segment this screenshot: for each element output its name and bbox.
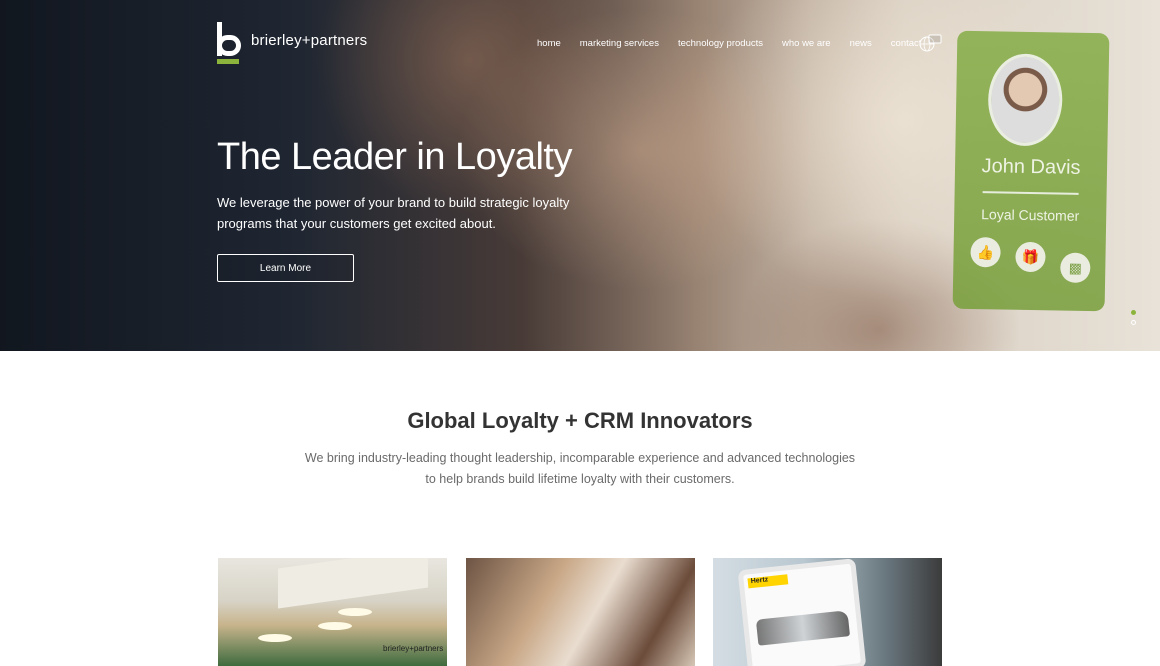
ceiling-light [258,634,292,642]
brand-logo[interactable]: brierley+partners [217,22,367,64]
slider-pagination [1131,310,1136,330]
bar-chart-icon: ▩ [1060,252,1091,284]
customer-status: Loyal Customer [981,206,1080,224]
globe-chat-icon[interactable] [918,33,942,53]
nav-contact[interactable]: contact [891,38,922,49]
loyalty-card-graphic: John Davis Loyal Customer 👍 🎁 ▩ [952,30,1110,312]
thumbs-up-icon: 👍 [970,236,1001,268]
main-nav: home marketing services technology produ… [537,38,921,49]
ceiling-panel [278,558,428,609]
section-title: Global Loyalty + CRM Innovators [407,408,753,433]
tablet-device: Hertz [737,558,867,666]
people-tile[interactable] [466,558,695,666]
ceiling-light [318,622,352,630]
nav-home[interactable]: home [537,38,561,49]
hero-subtitle: We leverage the power of your brand to b… [217,195,570,231]
tablet-brand: Hertz [747,574,789,589]
gift-icon: 🎁 [1015,241,1046,273]
brand-name: brierley+partners [251,31,368,49]
office-sign: brierley+partners [383,644,444,653]
nav-who-we-are[interactable]: who we are [782,38,831,49]
b-logo-icon [217,22,241,64]
card-divider [982,191,1079,195]
hero-title: The Leader in Loyalty [217,136,572,178]
customer-name: John Davis [981,155,1081,179]
tablet-tile[interactable]: Hertz [713,558,942,666]
slide-dot-2[interactable] [1131,320,1136,325]
car-image [755,610,851,646]
customer-avatar [987,53,1064,147]
nav-technology-products[interactable]: technology products [678,38,763,49]
nav-news[interactable]: news [850,38,872,49]
hero-banner: brierley+partners home marketing service… [0,0,1160,351]
slide-dot-1[interactable] [1131,310,1136,315]
nav-marketing-services[interactable]: marketing services [580,38,659,49]
ceiling-light [338,608,372,616]
section-description: We bring industry-leading thought leader… [304,451,856,486]
office-tile[interactable]: brierley+partners [218,558,447,666]
learn-more-button[interactable]: Learn More [217,254,354,282]
